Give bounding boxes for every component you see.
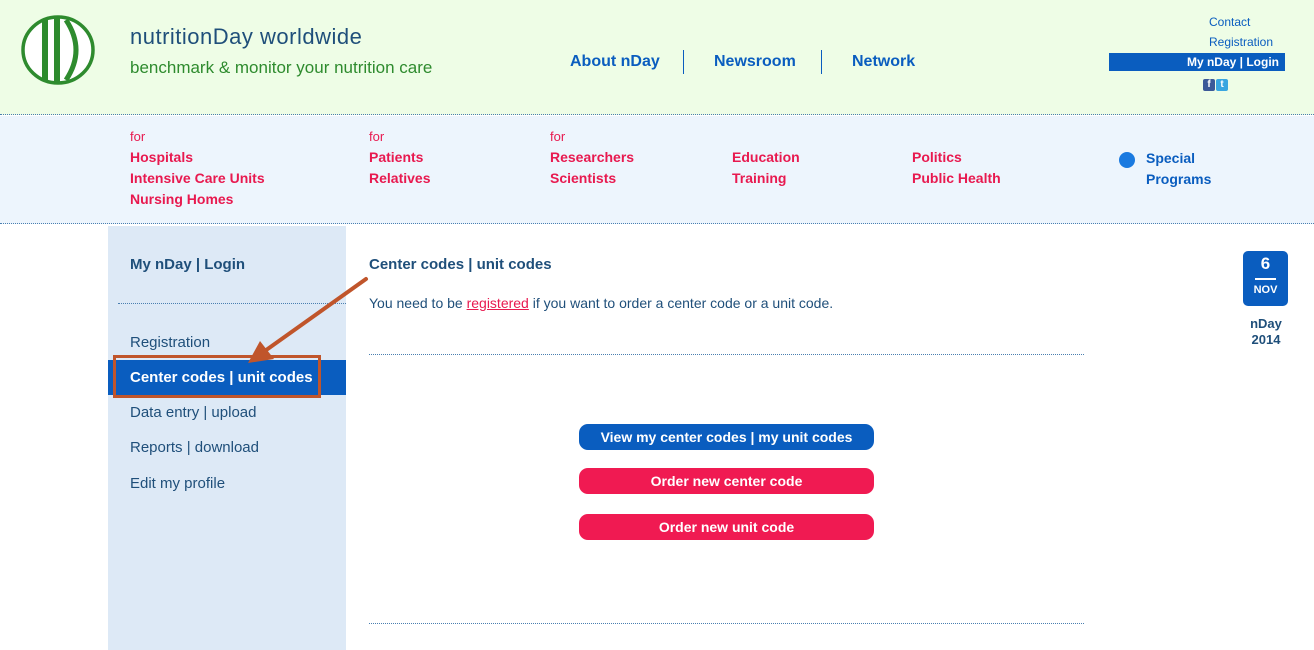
date-month: NOV: [1253, 284, 1278, 296]
order-center-code-button[interactable]: Order new center code: [579, 468, 874, 494]
nav-separator: [683, 50, 684, 74]
special-programs-dot-icon: [1119, 152, 1135, 168]
sidebar-item-reports[interactable]: Reports | download: [130, 439, 259, 456]
audience-item[interactable]: Training: [732, 168, 800, 189]
special-programs-link[interactable]: Special Programs: [1146, 148, 1211, 190]
login-button[interactable]: My nDay | Login: [1109, 53, 1285, 71]
nav-about-nday[interactable]: About nDay: [570, 53, 660, 71]
for-label: for: [369, 129, 385, 144]
audience-education[interactable]: Education Training: [732, 147, 800, 189]
sidebar-item-edit-profile[interactable]: Edit my profile: [130, 475, 225, 492]
annotation-arrow-icon: [248, 277, 368, 363]
page-title: Center codes | unit codes: [369, 256, 552, 273]
audience-item[interactable]: Education: [732, 147, 800, 168]
calendar-date-badge[interactable]: 6 NOV: [1243, 251, 1288, 306]
special-line: Special: [1146, 150, 1196, 166]
site-header: nutritionDay worldwide benchmark & monit…: [0, 0, 1314, 115]
divider: [369, 354, 1084, 355]
sidebar-title[interactable]: My nDay | Login: [130, 256, 245, 273]
audience-item[interactable]: Intensive Care Units: [130, 168, 265, 189]
audience-item[interactable]: Nursing Homes: [130, 189, 265, 210]
facebook-icon[interactable]: f: [1203, 79, 1215, 91]
audience-item[interactable]: Politics: [912, 147, 1001, 168]
date-day: 6: [1260, 254, 1271, 273]
nav-separator: [821, 50, 822, 74]
nav-network[interactable]: Network: [852, 53, 915, 71]
date-divider: [1255, 278, 1276, 280]
audience-item[interactable]: Scientists: [550, 168, 634, 189]
audience-item[interactable]: Patients: [369, 147, 430, 168]
nday-year-label: nDay 2014: [1244, 316, 1288, 348]
audience-hospitals[interactable]: for Hospitals Intensive Care Units Nursi…: [130, 126, 265, 210]
for-label: for: [130, 129, 146, 144]
audience-politics[interactable]: Politics Public Health: [912, 147, 1001, 189]
for-label: for: [550, 129, 566, 144]
sidebar-item-data-entry[interactable]: Data entry | upload: [130, 404, 256, 421]
audience-item[interactable]: Researchers: [550, 147, 634, 168]
order-unit-code-button[interactable]: Order new unit code: [579, 514, 874, 540]
special-line: Programs: [1146, 171, 1212, 187]
twitter-icon[interactable]: t: [1216, 79, 1228, 91]
intro-text-before: You need to be: [369, 295, 467, 311]
registered-link[interactable]: registered: [467, 295, 529, 311]
intro-text: You need to be registered if you want to…: [369, 295, 833, 311]
audience-item[interactable]: Relatives: [369, 168, 430, 189]
intro-text-after: if you want to order a center code or a …: [528, 295, 834, 311]
sidebar-item-registration[interactable]: Registration: [130, 334, 210, 351]
brand-tagline: benchmark & monitor your nutrition care: [130, 58, 433, 77]
social-links: ft: [1203, 79, 1229, 97]
nday-label-line: nDay: [1250, 316, 1282, 331]
audience-item[interactable]: Hospitals: [130, 147, 265, 168]
nav-newsroom[interactable]: Newsroom: [714, 53, 796, 71]
nutritionday-logo-icon[interactable]: [20, 14, 96, 86]
audience-patients[interactable]: for Patients Relatives: [369, 126, 430, 189]
audience-item[interactable]: Public Health: [912, 168, 1001, 189]
registration-link[interactable]: Registration: [1209, 35, 1273, 49]
view-codes-button[interactable]: View my center codes | my unit codes: [579, 424, 874, 450]
brand-name: nutritionDay worldwide: [130, 24, 363, 49]
contact-link[interactable]: Contact: [1209, 15, 1250, 29]
divider: [369, 623, 1084, 624]
audience-researchers[interactable]: for Researchers Scientists: [550, 126, 634, 189]
nday-year-line: 2014: [1251, 332, 1281, 347]
